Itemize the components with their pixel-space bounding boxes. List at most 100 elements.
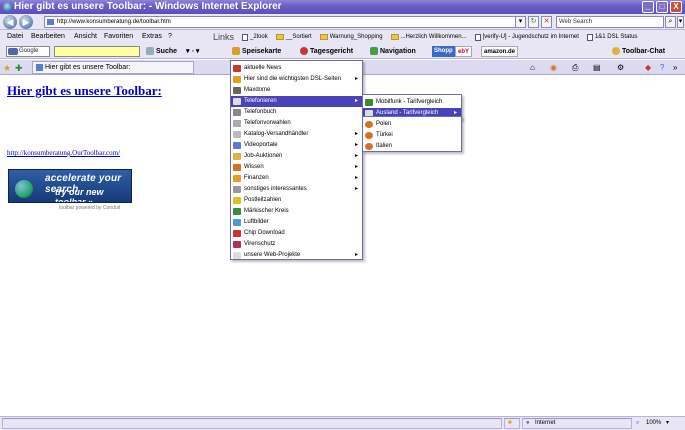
- toolbar-banner[interactable]: accelerate your search try our new toolb…: [8, 169, 132, 203]
- menu-item-virenschutz[interactable]: Virenschutz: [231, 239, 362, 250]
- folder-icon: [275, 34, 284, 40]
- tab-current[interactable]: Hier gibt es unsere Toolbar:: [32, 61, 194, 74]
- speisekarte-button[interactable]: Speisekarte: [232, 47, 281, 55]
- menu-item-telefonieren[interactable]: Telefonieren ▸: [231, 96, 362, 107]
- more-icon[interactable]: »: [673, 63, 682, 72]
- menu-item-katalog[interactable]: Katalog-Versandhändler ▸: [231, 129, 362, 140]
- submenu-arrow-icon: ▸: [354, 164, 358, 170]
- feeds-icon[interactable]: ◉: [550, 63, 559, 72]
- tools-menu-icon[interactable]: ⚙: [617, 63, 626, 72]
- chat-icon: [612, 47, 620, 55]
- minimize-button[interactable]: _: [642, 1, 654, 13]
- menu-item-polen[interactable]: Polen: [363, 119, 461, 130]
- link-item[interactable]: Warnung_Shopping: [317, 34, 386, 40]
- globe-icon: ●: [526, 420, 530, 426]
- menu-item-finanzen[interactable]: Finanzen ▸: [231, 173, 362, 184]
- search-options-icon[interactable]: ▾: [677, 16, 684, 28]
- menu-datei[interactable]: Datei: [7, 33, 23, 40]
- status-message-area: [2, 418, 502, 429]
- page-icon: [242, 33, 249, 41]
- menu-help[interactable]: ?: [168, 33, 172, 40]
- navigation-button[interactable]: Navigation: [370, 47, 416, 55]
- menu-item-wissen[interactable]: Wissen ▸: [231, 162, 362, 173]
- link-item[interactable]: 1&1 DSL Status: [584, 33, 640, 41]
- menu-item-dsl[interactable]: Hier sind die wichtigsten DSL-Seiten ▸: [231, 74, 362, 85]
- menu-ansicht[interactable]: Ansicht: [74, 33, 97, 40]
- menu-item-mobilfunk[interactable]: Mobilfunk - Tarifvergleich: [363, 97, 461, 108]
- toolbar-url-link[interactable]: http://konsumberatung.OurToolbar.com/: [7, 149, 120, 157]
- search-icon[interactable]: ⌕: [665, 16, 676, 28]
- menu-bearbeiten[interactable]: Bearbeiten: [31, 33, 65, 40]
- stop-icon[interactable]: ✕: [541, 16, 552, 28]
- phone-handset-icon: [365, 143, 373, 150]
- amazon-button[interactable]: amazon.de: [481, 46, 519, 57]
- shopping-button[interactable]: Shopp: [432, 46, 455, 57]
- close-button[interactable]: X: [670, 1, 682, 13]
- home-icon[interactable]: ⌂: [530, 63, 539, 72]
- lock-icon: ■: [508, 420, 512, 426]
- toolbar-chat-button[interactable]: Toolbar-Chat: [612, 47, 665, 55]
- zoom-dropdown-icon[interactable]: ▾: [666, 419, 669, 428]
- link-item[interactable]: _2look: [239, 33, 271, 41]
- toolbar-search-input[interactable]: [54, 46, 140, 57]
- maximize-button[interactable]: □: [656, 1, 668, 13]
- menu-item-italien[interactable]: Italien: [363, 141, 461, 152]
- link-item[interactable]: ...Herzlich Willkommen...: [388, 34, 470, 40]
- menu-item-telefonvorwahlen[interactable]: Telefonvorwahlen: [231, 118, 362, 129]
- aerial-photo-icon: [233, 219, 241, 226]
- refresh-icon[interactable]: ↻: [528, 16, 539, 28]
- menu-item-postleitzahlen[interactable]: Postleitzahlen: [231, 195, 362, 206]
- toolbar-options-icon[interactable]: ▾ ◦ ▾: [186, 47, 199, 55]
- back-arrow-icon[interactable]: ◀: [3, 15, 17, 29]
- ebay-button[interactable]: ebY: [455, 46, 473, 57]
- google-toolbar-logo[interactable]: Google: [6, 46, 50, 57]
- menu-item-aktuelle-news[interactable]: aktuelle News: [231, 63, 362, 74]
- menu-favoriten[interactable]: Favoriten: [104, 33, 133, 40]
- zoom-level[interactable]: 100%: [646, 419, 661, 428]
- menu-item-telefonbuch[interactable]: Telefonbuch: [231, 107, 362, 118]
- menu-item-web-projekte[interactable]: unsere Web-Projekte ▸: [231, 250, 362, 261]
- favorites-star-icon[interactable]: ★: [3, 63, 12, 73]
- dropdown-arrow-icon[interactable]: ▾: [515, 16, 526, 28]
- research-icon[interactable]: ◆: [645, 63, 654, 72]
- status-bar: ■ ● Internet ⌕ 100% ▾: [0, 416, 685, 430]
- menu-item-maerkischer-kreis[interactable]: Märkischer Kreis: [231, 206, 362, 217]
- submenu-arrow-icon: ▸: [354, 142, 358, 148]
- search-icon: [146, 47, 154, 55]
- page-heading-link[interactable]: Hier gibt es unsere Toolbar:: [7, 83, 162, 99]
- links-label: Links: [213, 32, 235, 42]
- suche-button[interactable]: Suche: [146, 47, 177, 55]
- address-row: ◀ ▶ http://www.konsumberatung.de/toolbar…: [0, 14, 685, 30]
- menu-item-chip-download[interactable]: Chip Download: [231, 228, 362, 239]
- forward-arrow-icon[interactable]: ▶: [19, 15, 33, 29]
- submenu-arrow-icon: ▸: [354, 252, 358, 258]
- address-url: http://www.konsumberatung.de/toolbar.htm: [57, 19, 171, 25]
- zone-label: Internet: [535, 420, 556, 426]
- print-icon[interactable]: ⎙: [572, 63, 581, 72]
- menu-extras[interactable]: Extras: [142, 33, 162, 40]
- phone-handset-icon: [365, 121, 373, 128]
- address-bar[interactable]: http://www.konsumberatung.de/toolbar.htm: [44, 16, 525, 28]
- knowledge-icon: [233, 164, 241, 171]
- zoom-icon[interactable]: ⌕: [636, 419, 639, 428]
- menu-item-job-auktionen[interactable]: Job-Auktionen ▸: [231, 151, 362, 162]
- add-favorites-icon[interactable]: ✚: [15, 63, 24, 73]
- antivirus-icon: [233, 241, 241, 248]
- link-item[interactable]: [verify-U] - Jugendschutz im Internet: [472, 33, 582, 41]
- page-menu-icon[interactable]: ▤: [593, 63, 602, 72]
- submenu-arrow-icon: ▸: [354, 131, 358, 137]
- menu-item-luftbilder[interactable]: Luftbilder: [231, 217, 362, 228]
- page-icon: [36, 64, 43, 71]
- job-icon: [233, 153, 241, 160]
- folder-icon: [233, 76, 241, 83]
- tagesgericht-button[interactable]: Tagesgericht: [300, 47, 353, 55]
- no-entry-icon: [300, 47, 308, 55]
- link-item[interactable]: __Sortiert: [273, 34, 315, 40]
- menu-item-videoportale[interactable]: Videoportale ▸: [231, 140, 362, 151]
- menu-item-maxdome[interactable]: Maxdome: [231, 85, 362, 96]
- page-icon: [47, 19, 54, 25]
- web-search-input[interactable]: Web Search: [556, 16, 664, 28]
- menu-item-sonstiges[interactable]: sonstiges interessantes ▸: [231, 184, 362, 195]
- menu-item-tuerkei[interactable]: Türkei: [363, 130, 461, 141]
- help-icon[interactable]: ?: [660, 63, 669, 72]
